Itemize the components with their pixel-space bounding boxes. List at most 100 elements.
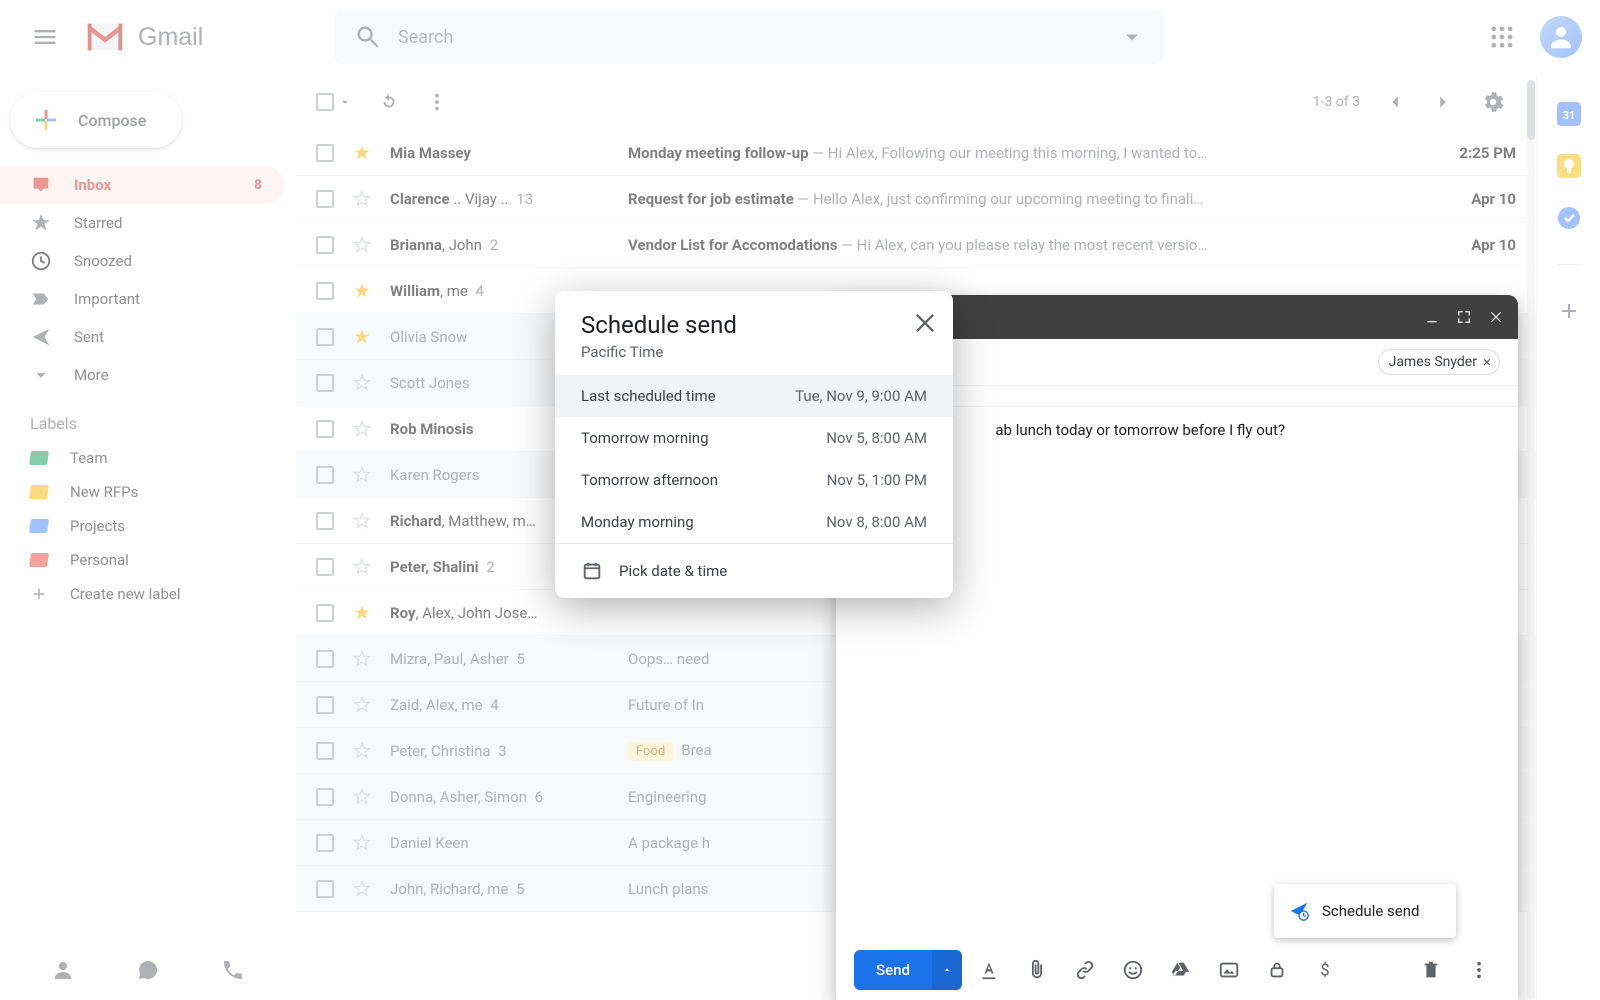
email-checkbox[interactable] [316, 190, 334, 208]
keep-addon-icon[interactable] [1557, 154, 1581, 178]
label-projects[interactable]: Projects [0, 509, 296, 543]
star-icon[interactable] [352, 327, 372, 347]
email-checkbox[interactable] [316, 558, 334, 576]
email-checkbox[interactable] [316, 880, 334, 898]
email-checkbox[interactable] [316, 374, 334, 392]
email-checkbox[interactable] [316, 604, 334, 622]
prev-page-icon[interactable] [1384, 91, 1406, 113]
send-button[interactable]: Send [854, 950, 932, 990]
label-personal[interactable]: Personal [0, 543, 296, 577]
minimize-icon[interactable] [1424, 309, 1440, 325]
select-all-checkbox[interactable] [316, 93, 334, 111]
star-icon[interactable] [352, 557, 372, 577]
scrollbar-thumb[interactable] [1527, 80, 1535, 140]
recipient-chip[interactable]: James Snyder × [1378, 349, 1500, 375]
scrollbar[interactable] [1527, 80, 1535, 1000]
email-sender: Peter, Christina 3 [390, 742, 610, 760]
calendar-addon-icon[interactable]: 31 [1557, 102, 1581, 126]
get-addons-icon[interactable] [1557, 299, 1581, 323]
star-icon[interactable] [352, 603, 372, 623]
tasks-addon-icon[interactable] [1557, 206, 1581, 230]
email-checkbox[interactable] [316, 742, 334, 760]
sidebar-item-more[interactable]: More [0, 356, 284, 394]
star-icon[interactable] [352, 879, 372, 899]
search-input[interactable] [398, 27, 1118, 48]
email-checkbox[interactable] [316, 420, 334, 438]
star-icon[interactable] [352, 143, 372, 163]
star-icon[interactable] [352, 235, 372, 255]
image-icon[interactable] [1218, 959, 1240, 981]
sidebar-item-important[interactable]: Important [0, 280, 284, 318]
email-checkbox[interactable] [316, 788, 334, 806]
pick-date-time-button[interactable]: Pick date & time [555, 544, 953, 598]
contacts-icon[interactable] [51, 958, 75, 982]
label-team[interactable]: Team [0, 441, 296, 475]
schedule-option-label: Tomorrow morning [581, 429, 709, 447]
star-icon[interactable] [352, 419, 372, 439]
schedule-send-popover[interactable]: Schedule send [1274, 884, 1456, 938]
next-page-icon[interactable] [1432, 91, 1454, 113]
apps-grid-icon[interactable] [1488, 23, 1516, 51]
email-row[interactable]: Mia Massey Monday meeting follow-up — Hi… [296, 130, 1536, 176]
star-icon[interactable] [352, 189, 372, 209]
email-checkbox[interactable] [316, 282, 334, 300]
sidebar-item-inbox[interactable]: Inbox 8 [0, 166, 284, 204]
email-checkbox[interactable] [316, 512, 334, 530]
compose-button[interactable]: Compose [10, 92, 182, 148]
email-checkbox[interactable] [316, 236, 334, 254]
schedule-option[interactable]: Last scheduled timeTue, Nov 9, 9:00 AM [555, 375, 953, 417]
star-icon[interactable] [352, 833, 372, 853]
sidebar-item-label: Snoozed [74, 252, 132, 270]
more-icon[interactable] [1468, 959, 1490, 981]
email-checkbox[interactable] [316, 650, 334, 668]
refresh-icon[interactable] [378, 91, 400, 113]
modal-close-icon[interactable] [911, 309, 939, 337]
search-bar[interactable] [334, 10, 1164, 64]
star-icon[interactable] [352, 741, 372, 761]
account-avatar[interactable] [1540, 16, 1582, 58]
star-icon[interactable] [352, 787, 372, 807]
email-checkbox[interactable] [316, 144, 334, 162]
close-icon[interactable] [1488, 309, 1504, 325]
confidential-icon[interactable] [1266, 959, 1288, 981]
schedule-option[interactable]: Tomorrow morningNov 5, 8:00 AM [555, 417, 953, 459]
formatting-icon[interactable] [978, 959, 1000, 981]
link-icon[interactable] [1074, 959, 1096, 981]
emoji-icon[interactable] [1122, 959, 1144, 981]
discard-icon[interactable] [1420, 959, 1442, 981]
chat-icon[interactable] [136, 958, 160, 982]
search-options-icon[interactable] [1118, 23, 1146, 51]
page-count: 1-3 of 3 [1313, 94, 1360, 110]
email-checkbox[interactable] [316, 466, 334, 484]
create-label-button[interactable]: Create new label [0, 577, 296, 611]
send-options-button[interactable] [932, 950, 962, 990]
email-sender: Daniel Keen [390, 834, 610, 852]
more-actions-icon[interactable] [426, 91, 448, 113]
remove-recipient-icon[interactable]: × [1483, 353, 1491, 371]
label-new-rfps[interactable]: New RFPs [0, 475, 296, 509]
star-icon[interactable] [352, 281, 372, 301]
email-checkbox[interactable] [316, 696, 334, 714]
star-icon[interactable] [352, 465, 372, 485]
attach-icon[interactable] [1026, 959, 1048, 981]
hamburger-menu-button[interactable] [18, 10, 72, 64]
star-icon[interactable] [352, 511, 372, 531]
phone-icon[interactable] [221, 958, 245, 982]
sidebar-item-starred[interactable]: Starred [0, 204, 284, 242]
email-row[interactable]: Clarence .. Vijay .. 13 Request for job … [296, 176, 1536, 222]
email-checkbox[interactable] [316, 328, 334, 346]
star-icon[interactable] [352, 373, 372, 393]
drive-icon[interactable] [1170, 959, 1192, 981]
email-row[interactable]: Brianna, John 2 Vendor List for Accomoda… [296, 222, 1536, 268]
select-dropdown-icon[interactable] [338, 91, 352, 113]
money-icon[interactable]: $ [1314, 959, 1336, 981]
fullscreen-icon[interactable] [1456, 309, 1472, 325]
sidebar-item-snoozed[interactable]: Snoozed [0, 242, 284, 280]
schedule-option[interactable]: Tomorrow afternoonNov 5, 1:00 PM [555, 459, 953, 501]
email-checkbox[interactable] [316, 834, 334, 852]
star-icon[interactable] [352, 649, 372, 669]
schedule-option[interactable]: Monday morningNov 8, 8:00 AM [555, 501, 953, 543]
star-icon[interactable] [352, 695, 372, 715]
sidebar-item-sent[interactable]: Sent [0, 318, 284, 356]
settings-gear-icon[interactable] [1480, 89, 1506, 115]
